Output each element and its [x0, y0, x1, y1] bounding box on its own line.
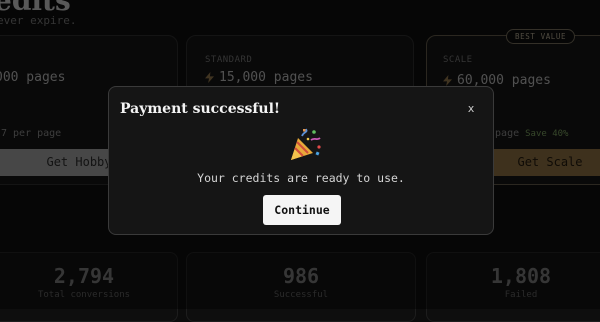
payment-success-modal: Payment successful! x Your credits are r…	[108, 86, 494, 235]
modal-title: Payment successful!	[120, 101, 281, 117]
party-popper-icon	[291, 128, 321, 160]
modal-message: Your credits are ready to use.	[197, 171, 405, 185]
continue-button[interactable]: Continue	[263, 195, 341, 225]
close-button[interactable]: x	[464, 102, 478, 116]
